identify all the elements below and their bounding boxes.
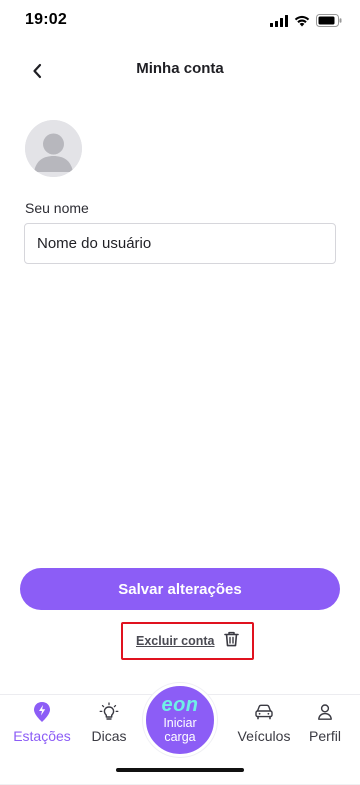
lightbulb-icon [99, 700, 119, 724]
start-charge-button[interactable]: eon Iniciar carga [143, 683, 217, 757]
name-input[interactable] [24, 223, 336, 264]
delete-account-link[interactable]: Excluir conta [136, 631, 239, 652]
trash-icon [223, 631, 239, 652]
nav-label-perfil: Perfil [309, 728, 341, 744]
name-label: Seu nome [25, 200, 89, 216]
header: Minha conta [0, 50, 360, 90]
status-time: 19:02 [25, 11, 67, 28]
nav-label-dicas: Dicas [91, 728, 127, 744]
home-indicator[interactable] [116, 768, 244, 772]
nav-item-dicas[interactable]: Dicas [84, 695, 134, 744]
status-bar: 19:02 [0, 0, 360, 42]
status-icons [270, 14, 342, 32]
page-title: Minha conta [136, 60, 224, 77]
nav-item-veiculos[interactable]: Veículos [233, 695, 295, 744]
delete-account-label: Excluir conta [136, 634, 215, 648]
user-placeholder-icon [25, 120, 82, 177]
start-charge-label: Iniciar carga [163, 716, 197, 744]
car-icon [254, 700, 274, 724]
nav-item-estacoes[interactable]: Estações [12, 695, 72, 744]
signal-icon [270, 14, 288, 32]
screen: 19:02 Minha conta Seu nome Nome do usuár… [0, 0, 360, 785]
lightning-pin-icon [33, 700, 51, 724]
nav-label-estacoes: Estações [13, 728, 71, 744]
battery-icon [316, 14, 342, 32]
wifi-icon [294, 14, 310, 32]
avatar[interactable] [25, 120, 82, 177]
nav-item-perfil[interactable]: Perfil [303, 695, 347, 744]
person-icon [316, 700, 334, 724]
nav-label-veiculos: Veículos [237, 728, 291, 744]
save-changes-button[interactable]: Salvar alterações [20, 568, 340, 610]
eon-logo: eon [161, 694, 199, 716]
